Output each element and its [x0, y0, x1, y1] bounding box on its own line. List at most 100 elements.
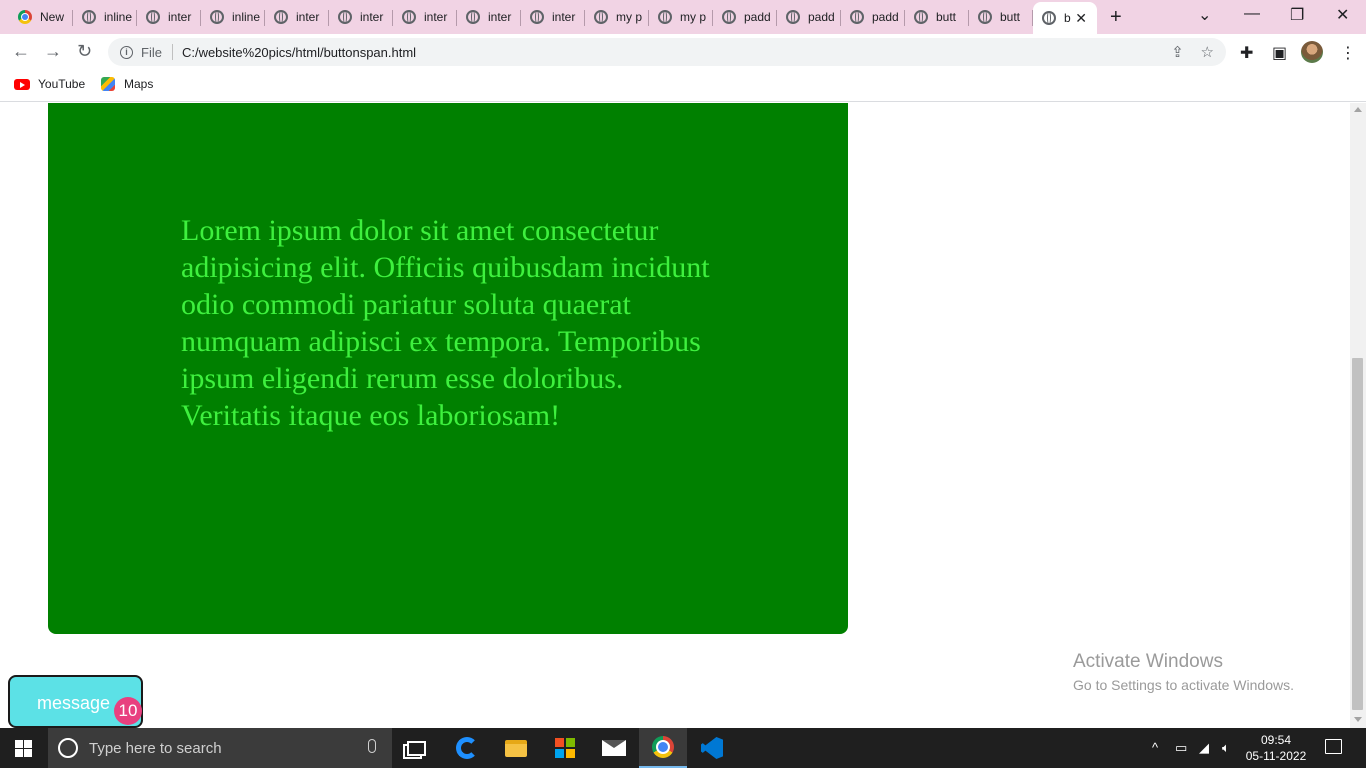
globe-icon: [786, 10, 800, 24]
close-window-button[interactable]: ✕: [1336, 5, 1349, 25]
tab[interactable]: my p: [649, 4, 713, 30]
globe-icon: [850, 10, 864, 24]
tab-title: inline: [232, 10, 261, 24]
bookmarks-bar: YouTube Maps: [0, 70, 1366, 102]
site-info-icon[interactable]: i: [120, 45, 133, 59]
tab-title: inline: [104, 10, 133, 24]
forward-icon[interactable]: →: [44, 41, 62, 62]
profile-avatar[interactable]: [1301, 41, 1323, 63]
vscode-icon: [701, 737, 723, 759]
tab[interactable]: New: [9, 4, 73, 30]
menu-icon[interactable]: ⋮: [1340, 43, 1356, 63]
tab-title: butt: [1000, 10, 1021, 24]
restore-button[interactable]: ❐: [1290, 5, 1304, 25]
taskbar-search-placeholder: Type here to search: [89, 739, 222, 757]
tab-title: b: [1064, 11, 1071, 25]
page-viewport: Lorem ipsum dolor sit amet consectetur a…: [0, 103, 1350, 728]
reload-icon[interactable]: ↻: [77, 41, 92, 62]
battery-icon[interactable]: ▭: [1175, 740, 1187, 756]
globe-icon: [338, 10, 352, 24]
taskbar-chrome[interactable]: [639, 728, 687, 768]
taskbar-clock[interactable]: 09:54 05-11-2022: [1245, 732, 1307, 764]
taskbar-file-explorer[interactable]: [492, 728, 540, 768]
tab[interactable]: inline: [73, 4, 137, 30]
windows-start-icon[interactable]: [15, 740, 32, 757]
watermark-title: Activate Windows: [1073, 651, 1223, 672]
globe-icon: [82, 10, 96, 24]
microphone-icon[interactable]: [368, 739, 376, 753]
tab-title: padd: [744, 10, 771, 24]
tab-title: inter: [488, 10, 512, 24]
globe-icon: [274, 10, 288, 24]
tab[interactable]: padd: [777, 4, 841, 30]
scrollbar-thumb[interactable]: [1352, 358, 1363, 710]
minimize-button[interactable]: —: [1244, 5, 1260, 23]
tab[interactable]: butt: [905, 4, 969, 30]
tab-search-icon[interactable]: ⌄: [1198, 5, 1211, 25]
scroll-down-arrow-icon[interactable]: [1354, 717, 1362, 722]
task-view-button[interactable]: [392, 728, 440, 768]
omnibox-actions: ⇪ ☆: [1171, 43, 1214, 61]
extensions-icon[interactable]: ✚: [1240, 43, 1253, 63]
message-button[interactable]: message 10: [8, 675, 143, 728]
chrome-icon: [18, 10, 32, 24]
globe-icon: [402, 10, 416, 24]
bookmark-youtube[interactable]: YouTube: [14, 77, 85, 91]
chrome-icon: [652, 736, 674, 758]
tab-active[interactable]: b ✕: [1033, 2, 1097, 34]
lorem-paragraph: Lorem ipsum dolor sit amet consectetur a…: [181, 214, 710, 432]
taskbar-edge[interactable]: [443, 728, 491, 768]
scroll-up-arrow-icon[interactable]: [1354, 107, 1362, 112]
new-tab-button[interactable]: +: [1110, 6, 1122, 29]
taskbar-mail[interactable]: [590, 728, 638, 768]
show-hidden-icons-icon[interactable]: ^: [1152, 740, 1158, 755]
globe-icon: [1042, 11, 1056, 25]
tab[interactable]: inter: [265, 4, 329, 30]
tab-title: butt: [936, 10, 957, 24]
tab[interactable]: butt: [969, 4, 1033, 30]
volume-icon[interactable]: 🔈︎: [1222, 740, 1230, 756]
url-text[interactable]: C:/website%20pics/html/buttonspan.html: [182, 45, 416, 60]
bookmark-star-icon[interactable]: ☆: [1201, 44, 1214, 61]
tab[interactable]: inter: [329, 4, 393, 30]
store-icon: [555, 738, 575, 758]
edge-icon: [456, 737, 478, 759]
taskbar-search-box[interactable]: Type here to search: [48, 728, 392, 768]
address-bar[interactable]: i File C:/website%20pics/html/buttonspan…: [108, 38, 1226, 66]
tab[interactable]: inter: [457, 4, 521, 30]
tab[interactable]: inter: [393, 4, 457, 30]
taskbar-vscode[interactable]: [688, 728, 736, 768]
network-icon[interactable]: ◢: [1199, 740, 1209, 756]
browser-toolbar: ← → ↻ i File C:/website%20pics/html/butt…: [0, 34, 1366, 70]
tab-close-icon[interactable]: ✕: [1075, 10, 1087, 27]
globe-icon: [594, 10, 608, 24]
bookmark-maps[interactable]: Maps: [101, 77, 153, 91]
tab[interactable]: padd: [841, 4, 905, 30]
vertical-scrollbar[interactable]: [1350, 103, 1366, 728]
tab-title: inter: [296, 10, 320, 24]
globe-icon: [978, 10, 992, 24]
tab-title: my p: [616, 10, 643, 24]
tab-title: padd: [872, 10, 899, 24]
side-panel-icon[interactable]: ▣: [1272, 43, 1287, 63]
bookmark-label: Maps: [124, 77, 154, 91]
task-view-icon: [406, 740, 426, 756]
taskbar-store[interactable]: [541, 728, 589, 768]
share-icon[interactable]: ⇪: [1171, 44, 1184, 61]
clock-time: 09:54: [1260, 733, 1292, 747]
notifications-icon[interactable]: [1325, 739, 1342, 754]
tab[interactable]: inter: [521, 4, 585, 30]
tab[interactable]: inline: [201, 4, 265, 30]
tab[interactable]: padd: [713, 4, 777, 30]
maps-icon: [101, 77, 115, 91]
scheme-label: File: [141, 44, 162, 60]
back-icon[interactable]: ←: [12, 41, 30, 62]
tab[interactable]: inter: [137, 4, 201, 30]
globe-icon: [530, 10, 544, 24]
tab-title: New: [40, 10, 65, 24]
tab[interactable]: my p: [585, 4, 649, 30]
globe-icon: [658, 10, 672, 24]
watermark-subtitle: Go to Settings to activate Windows.: [1073, 677, 1294, 693]
globe-icon: [146, 10, 160, 24]
youtube-icon: [14, 78, 30, 90]
